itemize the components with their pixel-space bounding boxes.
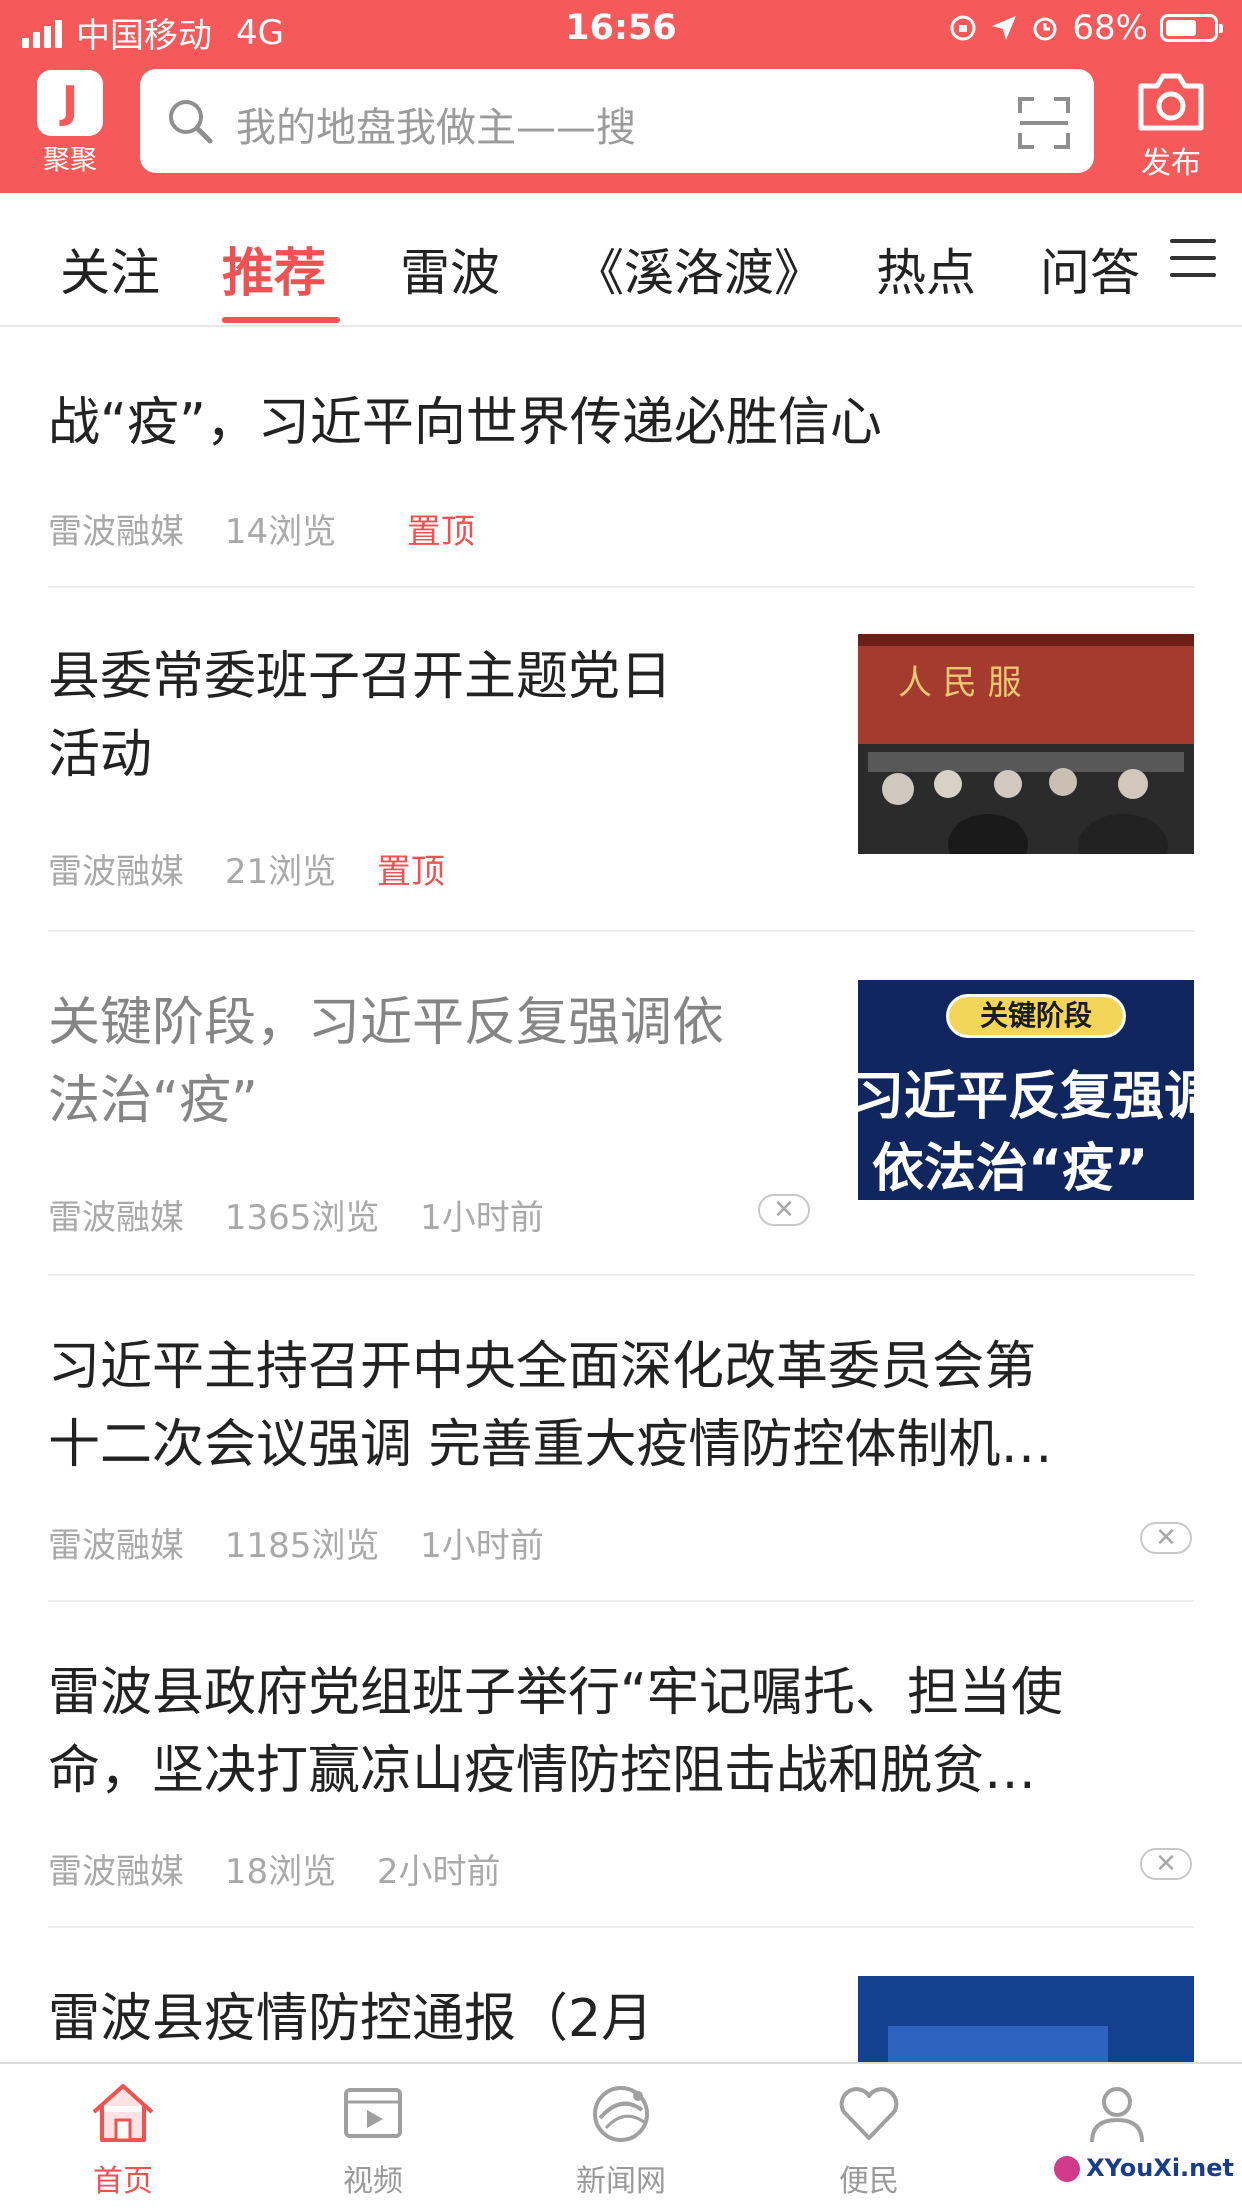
nav-label: 便民 <box>839 2164 899 2199</box>
status-bar: 中国移动 4G 16:56 68% <box>0 0 1242 62</box>
divider <box>48 1926 1194 1928</box>
divider <box>48 930 1194 932</box>
dismiss-button[interactable]: ✕ <box>1140 1522 1192 1554</box>
news-source: 雷波融媒 <box>48 852 184 892</box>
news-views: 1185浏览 <box>224 1526 380 1566</box>
nav-label: 首页 <box>93 2164 153 2199</box>
nav-profile[interactable] <box>1042 2064 1192 2156</box>
nav-home[interactable]: 首页 <box>48 2064 198 2200</box>
nav-label: 新闻网 <box>576 2164 666 2199</box>
tab-recommend[interactable]: 推荐 <box>222 231 326 306</box>
nav-label: 视频 <box>343 2164 403 2199</box>
news-views: 18浏览 <box>224 1852 337 1892</box>
tab-qa[interactable]: 问答 <box>1040 233 1140 305</box>
news-views: 14浏览 <box>224 512 337 552</box>
news-time: 1小时前 <box>420 1198 544 1238</box>
home-icon <box>92 2084 154 2142</box>
pinned-badge: 置顶 <box>406 512 475 552</box>
nav-services[interactable]: 便民 <box>794 2064 944 2200</box>
news-time: 1小时前 <box>420 1526 544 1566</box>
news-meta: 雷波融媒 21浏览 置顶 <box>48 844 475 893</box>
watermark-text: XYouXi.net <box>1086 2154 1234 2182</box>
bottom-navigation: 首页 视频 新闻网 便民 <box>0 2062 1242 2210</box>
video-icon <box>344 2088 402 2138</box>
news-thumbnail <box>858 1976 1194 2062</box>
thumb-text-line-2: 依法治“疫” <box>872 1139 1149 1199</box>
news-time: 2小时前 <box>376 1852 501 1892</box>
camera-icon <box>1138 73 1204 131</box>
divider <box>48 586 1194 588</box>
dismiss-button[interactable]: ✕ <box>1140 1848 1192 1880</box>
tab-follow[interactable]: 关注 <box>60 233 160 305</box>
divider <box>48 1274 1194 1276</box>
battery-percent: 68% <box>1072 8 1148 48</box>
pinned-badge: 置顶 <box>376 852 445 892</box>
news-views: 21浏览 <box>224 852 337 892</box>
news-meta: 雷波融媒 14浏览 置顶 <box>48 504 505 553</box>
user-icon <box>1090 2087 1144 2143</box>
news-title-line-1: 县委常委班子召开主题党日 <box>48 647 673 707</box>
search-placeholder: 我的地盘我做主——搜 <box>236 105 636 151</box>
news-title: 雷波县疫情防控通报（2月 <box>48 1989 654 2049</box>
publish-label: 发布 <box>1141 146 1201 181</box>
news-source: 雷波融媒 <box>48 512 184 552</box>
nav-video[interactable]: 视频 <box>298 2064 448 2200</box>
watermark-logo <box>1054 2156 1081 2182</box>
menu-icon[interactable] <box>1170 239 1216 279</box>
news-icon <box>593 2086 649 2142</box>
rotation-lock-icon <box>950 15 976 41</box>
battery-icon <box>1160 14 1223 42</box>
news-views: 1365浏览 <box>224 1198 380 1238</box>
news-title-line-2: 十二次会议强调 完善重大疫情防控体制机… <box>48 1415 1053 1475</box>
news-source: 雷波融媒 <box>48 1198 184 1238</box>
news-thumbnail: 人 民 服 <box>858 634 1194 854</box>
news-title-line-1: 习近平主持召开中央全面深化改革委员会第 <box>48 1337 1037 1397</box>
news-title-line-2: 命，坚决打赢凉山疫情防控阻击战和脱贫… <box>48 1741 1037 1801</box>
news-title-line-2: 活动 <box>48 725 153 785</box>
news-meta: 雷波融媒 1365浏览 1小时前 <box>48 1190 574 1239</box>
news-title-line-2: 法治“疫” <box>48 1071 258 1131</box>
thumb-text-line-1: 习近平反复强调 <box>858 1067 1194 1127</box>
location-icon <box>992 16 1017 40</box>
news-title-line-1: 雷波县政府党组班子举行“牢记嘱托、担当使 <box>48 1663 1063 1723</box>
category-tabs: 关注 推荐 雷波 《溪洛渡》 热点 问答 <box>0 193 1242 327</box>
logo-label: 聚聚 <box>43 145 97 176</box>
search-icon <box>169 100 213 144</box>
news-meta: 雷波融媒 18浏览 2小时前 <box>48 1844 531 1893</box>
thumb-badge: 关键阶段 <box>946 994 1126 1038</box>
top-header: 中国移动 4G 16:56 68% J 聚聚 我的地盘我做主——搜 发布 <box>0 0 1242 193</box>
heart-icon <box>839 2087 899 2140</box>
search-bar[interactable]: 我的地盘我做主——搜 <box>140 69 1094 173</box>
news-title-line-1: 关键阶段，习近平反复强调依 <box>48 993 725 1053</box>
watermark: XYouXi.net <box>1054 2154 1234 2182</box>
svg-text:人 民 服: 人 民 服 <box>898 663 1022 703</box>
dismiss-button[interactable]: ✕ <box>758 1194 810 1226</box>
logo-mark: J <box>37 70 103 136</box>
news-source: 雷波融媒 <box>48 1526 184 1566</box>
tab-xiluodu[interactable]: 《溪洛渡》 <box>574 233 824 305</box>
news-title: 战“疫”，习近平向世界传递必胜信心 <box>48 393 882 453</box>
news-thumbnail: 关键阶段 习近平反复强调 依法治“疫” <box>858 980 1194 1200</box>
app-logo[interactable]: J 聚聚 <box>32 70 108 177</box>
news-meta: 雷波融媒 1185浏览 1小时前 <box>48 1518 574 1567</box>
alarm-icon <box>1033 17 1057 41</box>
tab-leibo[interactable]: 雷波 <box>400 233 500 305</box>
news-source: 雷波融媒 <box>48 1852 184 1892</box>
nav-news[interactable]: 新闻网 <box>546 2064 696 2200</box>
tab-hot[interactable]: 热点 <box>876 233 976 305</box>
scan-icon[interactable] <box>1016 95 1072 151</box>
publish-button[interactable]: 发布 <box>1126 68 1216 182</box>
active-tab-indicator <box>222 317 340 323</box>
divider <box>48 1600 1194 1602</box>
